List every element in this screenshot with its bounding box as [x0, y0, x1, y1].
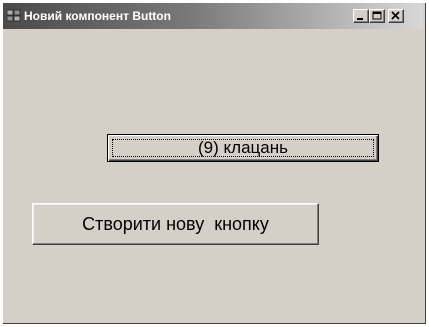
close-icon	[391, 11, 400, 20]
main-window: Новий компонент Button (9) клацань Створ…	[3, 3, 426, 324]
click-counter-label: (9) клацань	[198, 138, 288, 157]
title-bar[interactable]: Новий компонент Button	[3, 3, 423, 29]
click-counter-button[interactable]: (9) клацань	[107, 134, 379, 162]
maximize-button[interactable]	[369, 9, 385, 23]
application-icon[interactable]	[6, 9, 21, 22]
minimize-button[interactable]	[353, 9, 369, 23]
maximize-icon	[372, 11, 382, 20]
create-button-label: Створити нову кнопку	[82, 214, 269, 234]
minimize-icon	[357, 18, 363, 20]
close-button[interactable]	[388, 9, 404, 23]
create-button-button[interactable]: Створити нову кнопку	[32, 203, 319, 245]
window-title: Новий компонент Button	[24, 9, 171, 23]
